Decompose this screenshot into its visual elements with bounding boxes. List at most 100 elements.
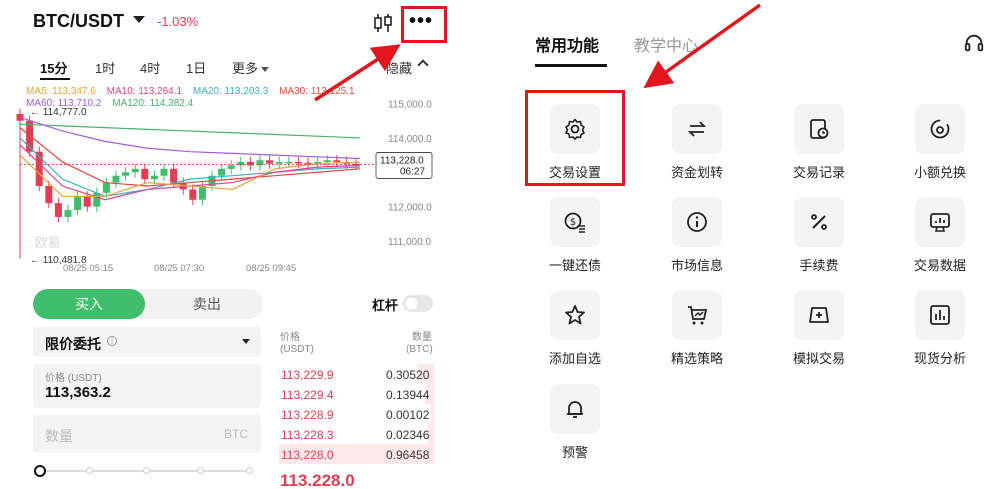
small-exchange-icon [930,119,950,139]
timeframe-4h[interactable]: 4时 [140,58,160,77]
tile-icon-box [794,104,844,154]
function-tile[interactable]: 手续费 [774,197,864,283]
candle-body [160,168,168,176]
slider-step-50[interactable] [143,467,150,474]
timeframe-15m[interactable]: 15分 [40,58,67,77]
ma120-line [19,123,361,139]
tab-learning-center[interactable]: 教学中心 [634,32,698,56]
leverage-label: 杠杆 [372,298,399,313]
info-icon[interactable]: i [107,336,117,346]
candle-body [54,203,62,217]
function-tile[interactable]: 添加自选 [530,290,620,376]
quantity-input[interactable]: 数量 BTC [33,415,261,453]
function-tile[interactable]: 小额兑换 [895,104,985,190]
tile-icon-box [672,197,722,247]
y-tick-label: 111,000.0 [388,237,431,248]
quantity-placeholder: 数量 [45,428,73,444]
tile-label: 精选策略 [670,351,723,366]
price-input-label: 价格 (USDT) [45,373,102,384]
hide-chart-toggle[interactable]: 隐藏 [386,58,412,77]
function-tile[interactable]: 交易数据 [895,197,985,283]
function-tile[interactable]: 现货分析 [895,290,985,376]
buy-sell-switch: 买入 卖出 [33,289,263,319]
function-tile[interactable]: 预警 [530,384,620,470]
candlestick-chart-icon[interactable] [372,12,394,34]
orderbook-row[interactable]: 113,228.9 0.00102 [279,404,434,424]
info-icon [687,212,707,232]
orderbook-row[interactable]: 113,229.9 0.30520 [279,364,434,384]
orderbook-row[interactable]: 113,228.0 0.96458 [279,444,434,464]
sell-tab[interactable]: 卖出 [151,289,263,319]
slider-step-25[interactable] [86,467,93,474]
orderbook-row[interactable]: 113,228.3 0.02346 [279,424,434,444]
buy-tab[interactable]: 买入 [33,289,145,319]
quantity-unit: BTC [224,427,248,441]
high-price-label: ← 114,777.0 [30,107,87,118]
function-tile[interactable]: 模拟交易 [774,290,864,376]
svg-text:$: $ [570,217,576,228]
tile-label: 交易数据 [913,258,966,273]
price-input[interactable]: 价格 (USDT) 113,363.2 [33,364,261,408]
timeframe-1d[interactable]: 1日 [186,58,206,77]
function-tile[interactable]: 资金划转 [652,104,742,190]
chevron-down-icon [242,339,250,344]
amount-slider-knob[interactable] [34,465,46,477]
chevron-down-icon [261,67,270,73]
slider-step-75[interactable] [197,467,204,474]
tile-label: 手续费 [799,258,839,273]
timeframe-1h[interactable]: 1时 [95,58,115,77]
candle-body [170,168,178,183]
orderbook-qty-header: 数量 [412,332,432,343]
candle-body [102,182,110,193]
tile-icon-box [672,104,722,154]
function-tile[interactable]: 交易记录 [774,104,864,190]
y-tick-label: 115,000.0 [388,100,432,111]
candle-body [122,172,130,176]
tile-label: 小额兑换 [913,165,966,180]
candle-body [74,196,82,211]
tile-label: 预警 [561,445,588,460]
orderbook-qty: 0.00102 [386,408,430,422]
low-price-label: ← 110,481.8 [30,255,87,266]
function-tile[interactable]: 精选策略 [652,290,742,376]
orderbook-row[interactable]: 113,229.4 0.13944 [279,384,434,404]
candle-body [333,160,341,162]
tile-icon-box [550,384,600,434]
candle-body [189,189,197,200]
change-percent: -1.03% [157,14,199,29]
function-menu-panel: 常用功能 教学中心 交易设置 资金划转 交易记录 小额兑换 $ 一键还债 市场信息 手续费 交易… [515,0,1000,489]
price-chart[interactable]: ⬚ 欧易115,000.0114,000.0113,000.0112,000.0… [0,95,460,277]
tile-icon-box [550,290,600,340]
candle-body [64,210,72,217]
tab-common-functions[interactable]: 常用功能 [535,32,599,56]
timeframe-more[interactable]: 更多 [232,58,270,77]
orderbook-qty: 0.30520 [386,368,430,382]
active-tab-underline [535,64,607,67]
pair-title[interactable]: BTC/USDT [33,11,124,32]
orderbook-qty: 0.96458 [386,448,430,462]
tile-label: 现货分析 [913,351,966,366]
leverage-toggle[interactable] [403,295,433,312]
more-menu-icon[interactable]: ••• [409,10,433,33]
orderbook-qty-unit: (BTC) [406,344,433,355]
headset-icon[interactable] [963,32,985,54]
function-tile[interactable]: $ 一键还债 [530,197,620,283]
tile-icon-box [915,104,965,154]
pair-dropdown-icon[interactable] [133,16,145,23]
candle-body [218,168,226,176]
order-type-label: 限价委托 [45,336,101,352]
record-icon [810,119,829,139]
candle-body [246,161,254,166]
order-type-select[interactable]: 限价委托 i [33,327,261,357]
percent-icon [811,214,827,230]
candle-body [150,175,158,180]
depth-bar [431,404,434,424]
transfer-icon [687,121,707,137]
slider-step-100[interactable] [246,467,253,474]
timeframe-more-label: 更多 [232,61,259,76]
tile-icon-box [794,197,844,247]
tile-icon-box [915,290,965,340]
repay-icon: $ [564,212,585,233]
orderbook-price-header: 价格 [280,332,300,343]
function-tile[interactable]: 市场信息 [652,197,742,283]
